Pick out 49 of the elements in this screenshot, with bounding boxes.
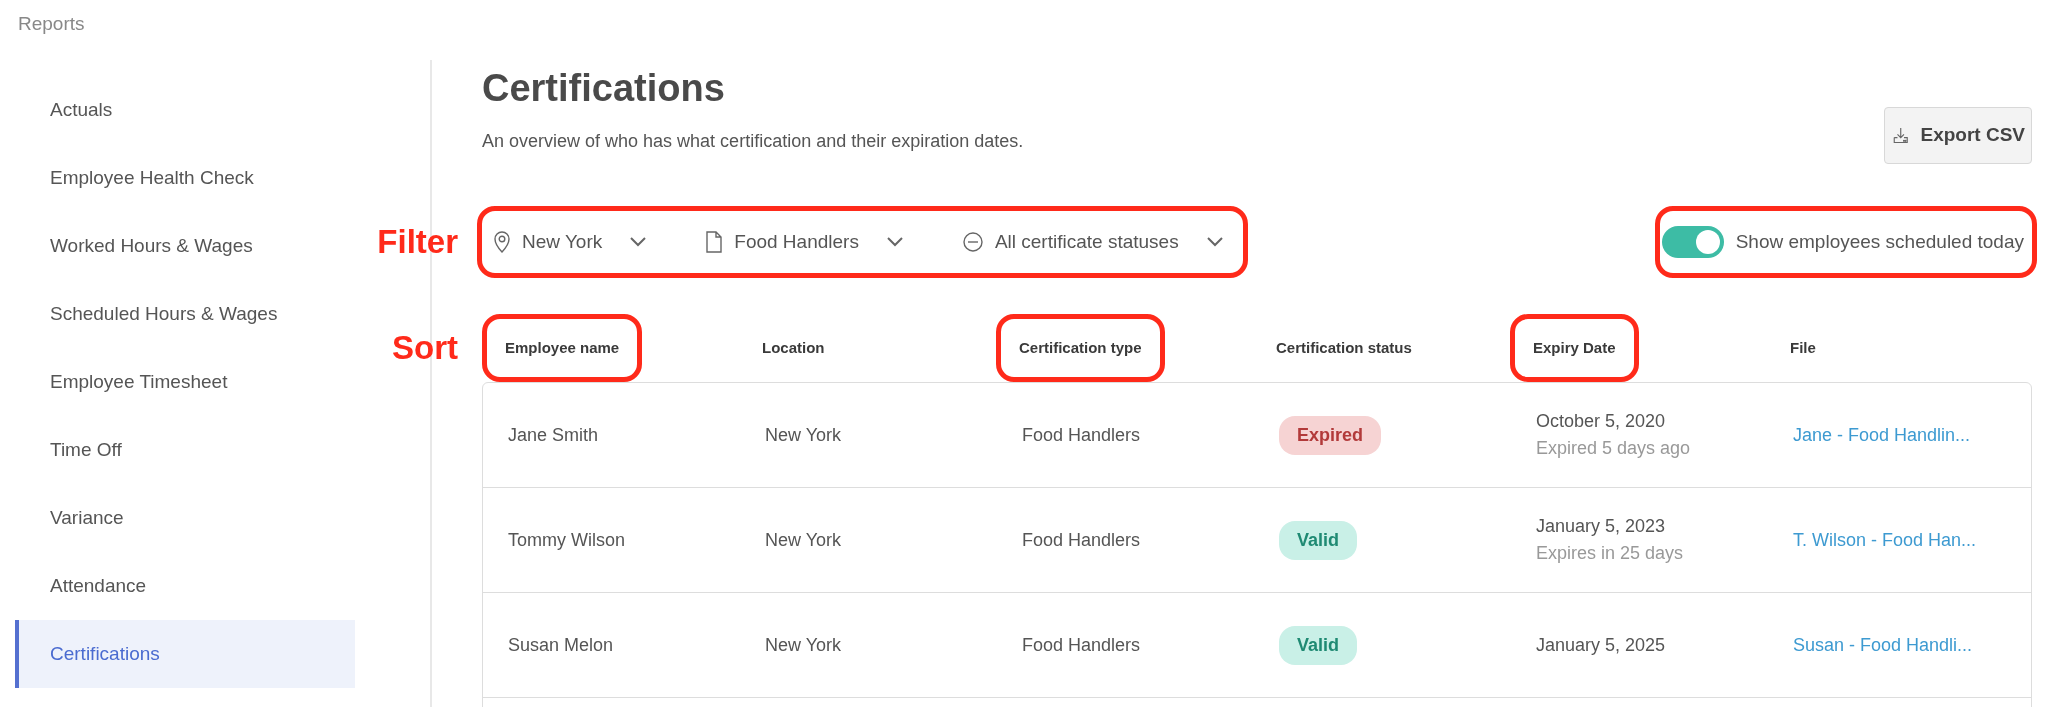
filter-dropdown[interactable]: New York bbox=[494, 227, 647, 257]
annotation-label: Filter bbox=[377, 222, 458, 263]
table-cell-text: Tommy Wilson bbox=[508, 528, 626, 552]
chevron-down-icon bbox=[886, 237, 903, 247]
sidebar-item[interactable]: Attendance bbox=[15, 552, 355, 620]
expiry-date: October 5, 2020 bbox=[1536, 410, 1667, 433]
expiry-note: Expired 5 days ago bbox=[1536, 437, 1692, 460]
expiry-note: Expires in 25 days bbox=[1536, 542, 1685, 565]
status-pill: Valid bbox=[1279, 520, 1358, 560]
column-header[interactable]: Employee name bbox=[505, 336, 620, 360]
breadcrumb-text: Reports bbox=[17, 12, 86, 36]
sidebar-item[interactable]: Employee Timesheet bbox=[15, 348, 355, 416]
minus-circle-icon bbox=[962, 232, 983, 252]
expiry-date: January 5, 2023 bbox=[1536, 515, 1667, 538]
table-cell-text: Food Handlers bbox=[1022, 528, 1142, 552]
toggle-switch[interactable] bbox=[1661, 226, 1724, 258]
column-header[interactable]: Expiry Date bbox=[1533, 336, 1616, 360]
sidebar-item[interactable]: Certifications bbox=[15, 620, 355, 688]
status-pill: Valid bbox=[1279, 625, 1358, 665]
table-cell-text: New York bbox=[765, 528, 843, 552]
chevron-down-icon bbox=[1206, 237, 1223, 247]
sidebar-item[interactable]: Employee Health Check bbox=[15, 144, 355, 212]
column-header[interactable]: Certification status bbox=[1276, 336, 1412, 360]
table-cell-text: New York bbox=[765, 633, 843, 657]
annotation-label: Sort bbox=[392, 328, 458, 369]
page-title: Certifications bbox=[482, 66, 726, 111]
table-cell-text: Jane Smith bbox=[508, 423, 600, 447]
export-button[interactable]: Export CSV bbox=[1884, 107, 2032, 164]
sidebar-item[interactable]: Actuals bbox=[15, 76, 355, 144]
filter-dropdown[interactable]: Food Handlers bbox=[706, 227, 903, 257]
toggle-label: Show employees scheduled today bbox=[1735, 229, 2024, 254]
column-header[interactable]: File bbox=[1790, 336, 1816, 360]
sidebar-item[interactable]: Variance bbox=[15, 484, 355, 552]
expiry-date: January 5, 2025 bbox=[1536, 633, 1667, 657]
column-header[interactable]: Certification type bbox=[1019, 336, 1142, 360]
location-pin-icon bbox=[494, 231, 510, 253]
document-icon bbox=[706, 231, 723, 253]
table-cell-text: Food Handlers bbox=[1022, 423, 1142, 447]
sidebar-item[interactable]: Scheduled Hours & Wages bbox=[15, 280, 355, 348]
status-pill: Expired bbox=[1279, 415, 1382, 455]
page-subtitle: An overview of who has what certification and their expiration dates. bbox=[482, 129, 1024, 153]
filter-dropdown[interactable]: All certificate statuses bbox=[962, 227, 1223, 257]
column-header[interactable]: Location bbox=[762, 336, 825, 360]
table-cell-text: Food Handlers bbox=[1022, 633, 1142, 657]
chevron-down-icon bbox=[630, 237, 647, 247]
table-cell-text: New York bbox=[765, 423, 843, 447]
sidebar-item[interactable]: Time Off bbox=[15, 416, 355, 484]
table-cell-text: Susan Melon bbox=[508, 633, 615, 657]
sidebar-item[interactable]: Worked Hours & Wages bbox=[15, 212, 355, 280]
